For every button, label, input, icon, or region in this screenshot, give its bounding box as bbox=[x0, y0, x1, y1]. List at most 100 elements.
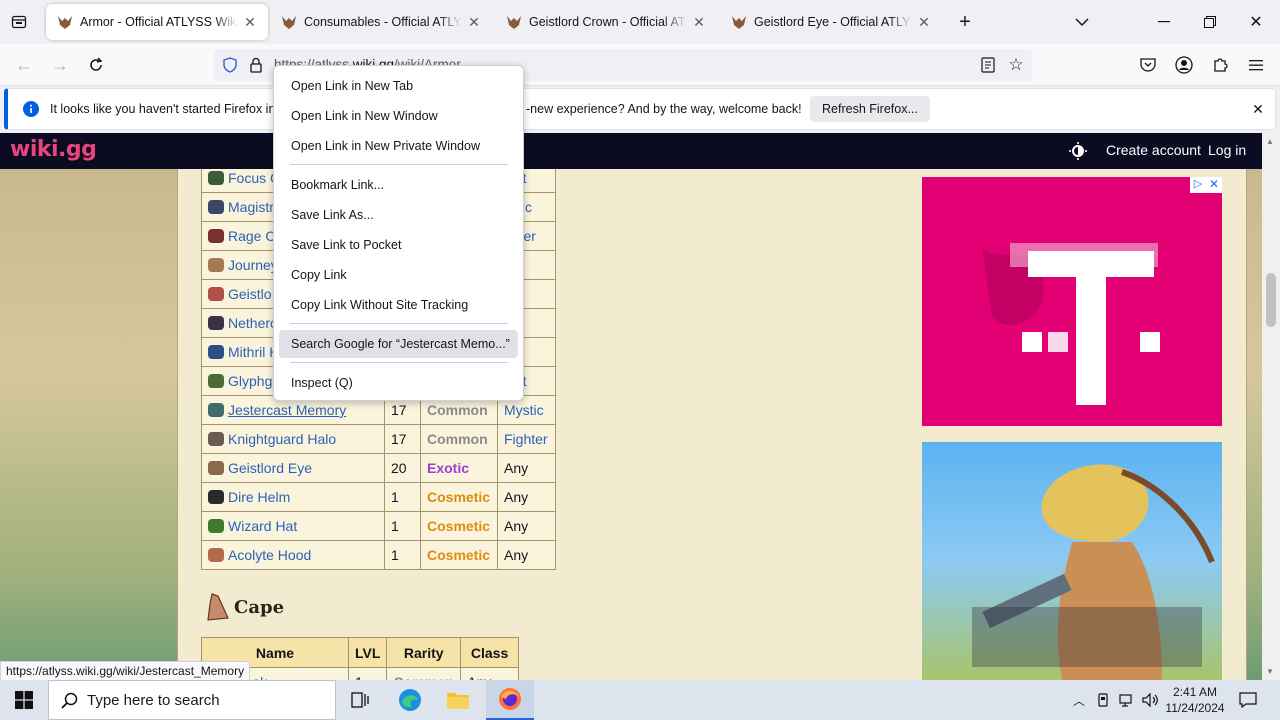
adchoices-icon[interactable]: ▷ bbox=[1190, 177, 1206, 193]
scroll-down-icon[interactable]: ▼ bbox=[1266, 667, 1274, 676]
log-in-link[interactable]: Log in bbox=[1208, 142, 1246, 158]
notifications-icon[interactable] bbox=[1236, 680, 1260, 720]
tmobile-ad[interactable]: ▷ ✕ bbox=[922, 177, 1222, 426]
network-icon[interactable] bbox=[1116, 680, 1138, 720]
menu-save-link-as[interactable]: Save Link As... bbox=[279, 201, 518, 229]
notification-message-end: -new experience? And by the way, welcome… bbox=[526, 102, 802, 116]
item-class-cell: Any bbox=[497, 453, 556, 483]
game-ad[interactable] bbox=[922, 442, 1222, 680]
info-icon bbox=[22, 100, 40, 118]
item-link[interactable]: Knightguard Halo bbox=[228, 431, 336, 447]
edge-icon[interactable] bbox=[390, 680, 430, 720]
start-button[interactable] bbox=[0, 680, 48, 720]
extensions-icon[interactable] bbox=[1210, 55, 1230, 75]
item-link[interactable]: Mithril H bbox=[228, 344, 279, 360]
reload-icon[interactable] bbox=[86, 55, 106, 75]
menu-separator bbox=[290, 362, 508, 363]
menu-open-new-tab[interactable]: Open Link in New Tab bbox=[279, 72, 518, 100]
item-class-cell: Any bbox=[497, 540, 556, 570]
item-link[interactable]: Glyphg bbox=[228, 373, 272, 389]
item-rarity-cell: Cosmetic bbox=[420, 540, 498, 570]
tmobile-logo-icon bbox=[922, 177, 1222, 426]
menu-save-to-pocket[interactable]: Save Link to Pocket bbox=[279, 231, 518, 259]
wiki-gg-logo[interactable]: wiki.gg bbox=[10, 137, 97, 162]
wiki-favicon-icon bbox=[282, 16, 296, 29]
clock[interactable]: 2:41 AM 11/24/2024 bbox=[1164, 680, 1226, 720]
item-link[interactable]: Dire Helm bbox=[228, 489, 290, 505]
menu-copy-link-no-tracking[interactable]: Copy Link Without Site Tracking bbox=[279, 291, 518, 319]
item-name-cell: Dire Helm bbox=[201, 482, 385, 512]
refresh-notification-bar: It looks like you haven't started Firefo… bbox=[4, 88, 1276, 130]
create-account-link[interactable]: Create account bbox=[1106, 142, 1201, 158]
item-link[interactable]: Magistr bbox=[228, 199, 274, 215]
reader-view-icon[interactable] bbox=[978, 55, 998, 75]
item-link[interactable]: Journey bbox=[228, 257, 278, 273]
scroll-up-icon[interactable]: ▲ bbox=[1266, 137, 1274, 146]
item-icon bbox=[208, 287, 224, 301]
task-view-icon[interactable] bbox=[342, 680, 378, 720]
item-link[interactable]: Rage C bbox=[228, 228, 275, 244]
item-link[interactable]: Wizard Hat bbox=[228, 518, 297, 534]
item-link[interactable]: Jestercast Memory bbox=[228, 402, 346, 418]
item-link[interactable]: Geistlord Eye bbox=[228, 460, 312, 476]
tab-strip: Armor - Official ATLYSS Wiki ✕ Consumabl… bbox=[0, 0, 1280, 44]
close-tab-icon[interactable]: ✕ bbox=[466, 14, 482, 31]
close-notification-icon[interactable]: ✕ bbox=[1248, 99, 1268, 119]
item-link[interactable]: Acolyte Hood bbox=[228, 547, 311, 563]
firefox-taskbar-icon[interactable] bbox=[486, 680, 534, 720]
firefox-view-icon[interactable] bbox=[8, 12, 30, 32]
close-tab-icon[interactable]: ✕ bbox=[242, 14, 258, 31]
forward-icon[interactable]: → bbox=[50, 55, 70, 75]
game-character-art-icon bbox=[972, 464, 1215, 680]
menu-open-private-window[interactable]: Open Link in New Private Window bbox=[279, 132, 518, 160]
refresh-firefox-button[interactable]: Refresh Firefox... bbox=[810, 96, 930, 122]
scrollbar-thumb[interactable] bbox=[1266, 273, 1276, 327]
file-explorer-icon[interactable] bbox=[438, 680, 478, 720]
item-class-cell[interactable]: Fighter bbox=[497, 424, 556, 454]
bookmark-star-icon[interactable]: ☆ bbox=[1006, 55, 1026, 75]
restore-icon[interactable] bbox=[1200, 12, 1220, 32]
cape-heading-text: Cape bbox=[234, 596, 285, 618]
close-tab-icon[interactable]: ✕ bbox=[916, 14, 932, 31]
cape-col-lvl: LVL bbox=[347, 637, 388, 668]
item-name-cell: Geistlord Eye bbox=[201, 453, 385, 483]
close-window-icon[interactable]: ✕ bbox=[1246, 12, 1266, 32]
menu-copy-link[interactable]: Copy Link bbox=[279, 261, 518, 289]
menu-bookmark-link[interactable]: Bookmark Link... bbox=[279, 171, 518, 199]
table-row: Dire Helm 1 Cosmetic Any bbox=[201, 482, 556, 512]
back-icon[interactable]: ← bbox=[14, 55, 34, 75]
cape-cell-lvl: 1 bbox=[347, 667, 388, 680]
tab-armor[interactable]: Armor - Official ATLYSS Wiki ✕ bbox=[46, 4, 268, 40]
minimize-icon[interactable] bbox=[1154, 12, 1174, 32]
show-hidden-icons[interactable]: ︿ bbox=[1070, 680, 1088, 720]
theme-toggle-icon[interactable] bbox=[1068, 141, 1088, 161]
pocket-icon[interactable] bbox=[1138, 55, 1158, 75]
vertical-scrollbar[interactable]: ▲ ▼ bbox=[1262, 133, 1280, 680]
item-level-cell: 1 bbox=[384, 482, 421, 512]
item-link[interactable]: Netherc bbox=[228, 315, 277, 331]
list-tabs-icon[interactable] bbox=[1072, 12, 1092, 32]
menu-inspect[interactable]: Inspect (Q) bbox=[279, 369, 518, 397]
shield-icon[interactable] bbox=[220, 55, 240, 75]
volume-icon[interactable] bbox=[1140, 680, 1162, 720]
notification-message: It looks like you haven't started Firefo… bbox=[50, 102, 299, 116]
item-icon bbox=[208, 229, 224, 243]
item-icon bbox=[208, 548, 224, 562]
lock-icon[interactable] bbox=[246, 55, 266, 75]
close-ad-icon[interactable]: ✕ bbox=[1206, 177, 1222, 193]
tab-geistlord-eye[interactable]: Geistlord Eye - Official ATLYSS Wiki ✕ bbox=[720, 4, 942, 40]
new-tab-icon[interactable]: + bbox=[954, 11, 976, 33]
link-status-url: https://atlyss.wiki.gg/wiki/Jestercast_M… bbox=[0, 661, 251, 681]
tab-consumables[interactable]: Consumables - Official ATLYSS Wiki ✕ bbox=[270, 4, 492, 40]
tab-title: Geistlord Eye - Official ATLYSS Wiki bbox=[754, 15, 912, 29]
item-link[interactable]: Geistlo bbox=[228, 286, 272, 302]
account-icon[interactable] bbox=[1174, 55, 1194, 75]
menu-search-google[interactable]: Search Google for “Jestercast Memo...” bbox=[279, 330, 518, 358]
usb-icon[interactable] bbox=[1094, 680, 1112, 720]
taskbar-search-box[interactable]: Type here to search bbox=[48, 680, 336, 720]
clock-date: 11/24/2024 bbox=[1165, 701, 1225, 715]
close-tab-icon[interactable]: ✕ bbox=[691, 14, 707, 31]
tab-geistlord-crown[interactable]: Geistlord Crown - Official ATLYSS Wiki ✕ bbox=[495, 4, 717, 40]
menu-hamburger-icon[interactable] bbox=[1246, 55, 1266, 75]
menu-open-new-window[interactable]: Open Link in New Window bbox=[279, 102, 518, 130]
